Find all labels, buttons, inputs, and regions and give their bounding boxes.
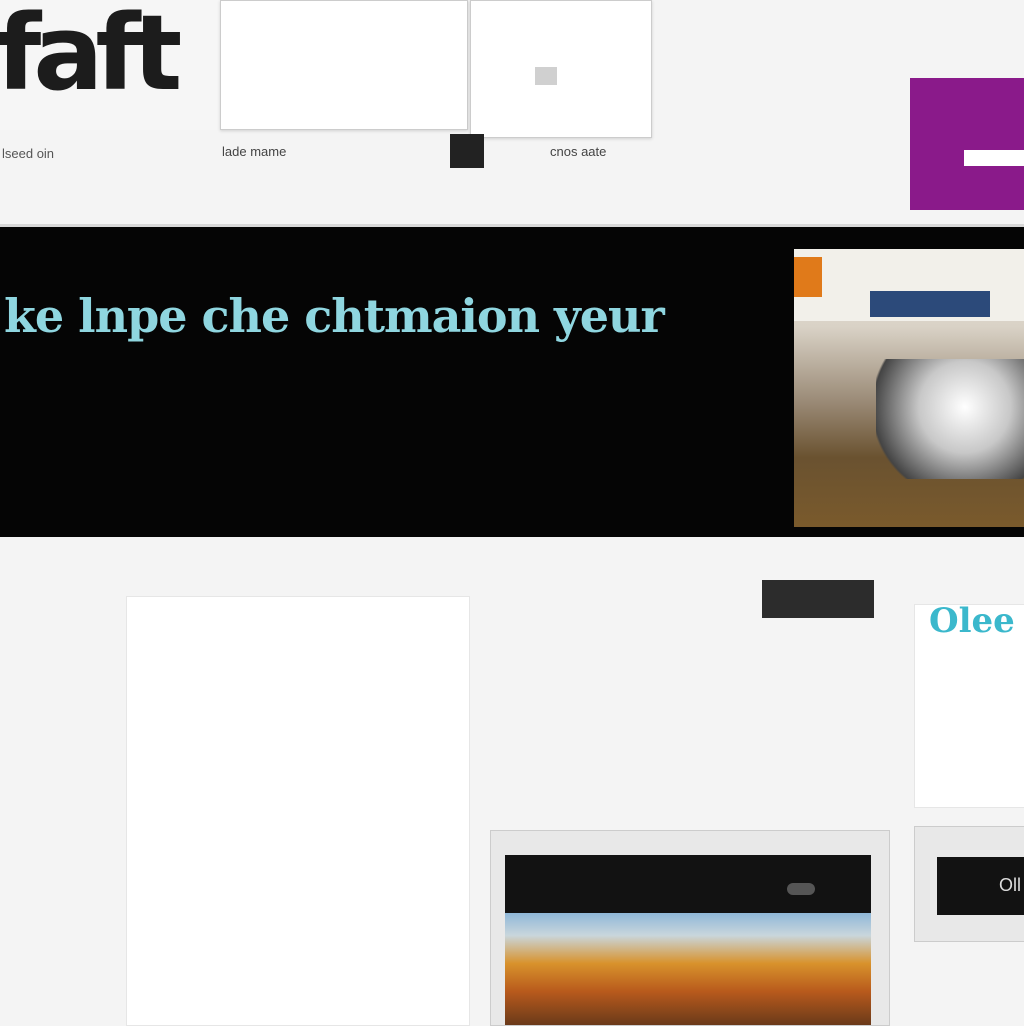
- header-card[interactable]: [220, 0, 468, 130]
- thumbnail: [535, 67, 557, 85]
- record-icon[interactable]: [787, 883, 815, 895]
- video-label: Oll: [999, 875, 1021, 895]
- article-panel: [126, 596, 470, 1026]
- header-tag[interactable]: lade mame: [222, 144, 286, 159]
- header-tag[interactable]: cnos aate: [550, 144, 606, 159]
- right-panel-title[interactable]: Olee: [929, 605, 1015, 641]
- video-title-bar: Oll: [937, 857, 1024, 915]
- promo-banner[interactable]: [910, 78, 1024, 210]
- hero-image[interactable]: [794, 249, 1024, 527]
- video-title-bar: [505, 855, 871, 913]
- brand-logo[interactable]: faft lseed oin: [0, 0, 220, 161]
- video-thumbnail[interactable]: [505, 913, 871, 1025]
- feature-text: [496, 624, 876, 640]
- icon-tile[interactable]: [450, 134, 484, 168]
- promo-bar: [964, 150, 1024, 166]
- left-column: [0, 636, 100, 1024]
- video-card[interactable]: Oll: [914, 826, 1024, 942]
- header-card[interactable]: [470, 0, 652, 138]
- logo-tagline: lseed oin: [2, 146, 55, 161]
- right-panel: Olee: [914, 604, 1024, 808]
- logo-text: faft: [0, 0, 182, 114]
- hero-title: ke lnpe che chtmaion yeur: [4, 289, 665, 343]
- video-card[interactable]: [490, 830, 890, 1026]
- hero-banner: ke lnpe che chtmaion yeur: [0, 224, 1024, 537]
- more-button[interactable]: [762, 580, 874, 618]
